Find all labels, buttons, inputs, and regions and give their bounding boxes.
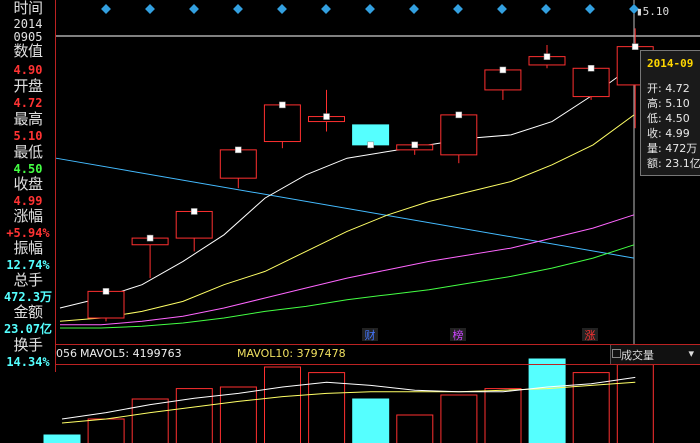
event-label: 榜 (453, 328, 464, 342)
stock-chart-window: 财 榜 涨 ▮5.10 时间 2014 0905 数值 4.90 开盘 4.72 最… (0, 0, 700, 443)
date-year: 2014 (13, 17, 43, 31)
ma60-line (60, 244, 635, 329)
time-label: 时间 (13, 0, 43, 17)
event-marker-icon (409, 4, 419, 14)
high-value: 5.10 (13, 129, 43, 143)
candlesticks (87, 28, 654, 322)
event-marker-icon (101, 4, 111, 14)
event-labels: 财榜涨 (362, 328, 598, 342)
volume-bar (264, 366, 301, 443)
tooltip-open: 开: 4.72 (647, 82, 690, 95)
tooltip-close: 收: 4.99 (647, 127, 690, 140)
open-value: 4.72 (13, 96, 43, 110)
volume-bar (219, 386, 257, 443)
chevron-down-icon: ▾ (688, 347, 694, 360)
candle-body (263, 104, 301, 143)
candle-close-point (411, 141, 418, 149)
ma5-line (59, 64, 635, 309)
price-high-tag: ▮5.10 (636, 5, 670, 18)
event-marker-icon (321, 4, 331, 14)
candle-body (219, 149, 257, 179)
volume-label: 总手 (13, 271, 43, 289)
volume-bar (87, 418, 125, 443)
candle-close-point (455, 111, 463, 119)
open-label: 开盘 (13, 77, 43, 95)
tooltip-high: 高: 5.10 (647, 97, 690, 110)
volume-bar (43, 434, 81, 443)
volume-bars (43, 358, 654, 443)
mavol5-label: MAVOL5: 4199763 (80, 347, 182, 360)
volume-bar (528, 358, 566, 443)
high-label: 最高 (13, 110, 43, 128)
price-chart[interactable]: 财榜涨 (0, 0, 700, 443)
volume-bar (396, 414, 434, 443)
candle-close-point (190, 208, 198, 215)
event-marker-icon (497, 4, 507, 14)
candle-close-point (146, 234, 154, 242)
change-label: 涨幅 (13, 207, 43, 225)
shou-label: 收盘 (13, 175, 43, 193)
tooltip-amount: 额: 23.1亿 (647, 157, 700, 170)
event-marker-icon (585, 4, 595, 14)
candle-close-point (543, 53, 551, 60)
amount-label: 金额 (13, 303, 43, 321)
event-marker-icon (541, 4, 551, 14)
volume-bar (440, 394, 478, 443)
amplitude-label: 振幅 (13, 239, 43, 257)
indicator-select-label: 成交量 (621, 349, 654, 362)
event-marker-icon (145, 4, 155, 14)
candle-close-point (102, 288, 110, 295)
indicator-select[interactable]: 成交量 ▾ (610, 345, 700, 364)
mavol10-label: MAVOL10: 3797478 (237, 347, 346, 360)
volume-current-value: 056 (56, 347, 77, 360)
close-label: 数值 (13, 42, 43, 60)
volume-bar (131, 398, 169, 443)
moving-averages (59, 64, 635, 329)
candle-tooltip: 2014-09 开: 4.72 高: 5.10 低: 4.50 收: 4.99 … (640, 50, 700, 176)
turnover-label: 换手 (13, 336, 43, 354)
event-marker-icon (365, 4, 375, 14)
event-marker-icon (189, 4, 199, 14)
tooltip-low: 低: 4.50 (647, 112, 690, 125)
candle-close-point (499, 66, 507, 74)
event-marker-icon (277, 4, 287, 14)
candle-close-point (587, 65, 595, 72)
candle-body (440, 114, 478, 156)
candle-body (175, 210, 213, 239)
amount-value: 23.07亿 (3, 322, 53, 336)
volume-bar (352, 398, 390, 443)
candle-close-point (323, 113, 330, 120)
candle-close-point (279, 101, 286, 109)
candle-close-point (631, 43, 639, 50)
volume-indicator-header: 056 MAVOL5: 4199763 MAVOL10: 3797478 成交量… (56, 344, 700, 365)
candle-body (572, 67, 610, 98)
tooltip-date: 2014-09 (647, 57, 694, 70)
volume-bar (484, 388, 522, 443)
tooltip-volume: 量: 472万 (647, 142, 698, 155)
candle-body (87, 290, 125, 319)
volume-bar (572, 372, 610, 443)
event-label: 涨 (585, 329, 596, 342)
indicator-settings-checkbox[interactable] (612, 349, 621, 358)
event-marker-icon (233, 4, 243, 14)
candle-close-point (367, 141, 374, 149)
candle-close-point (235, 146, 242, 154)
turnover-value: 14.34% (6, 355, 50, 369)
volume-bar (616, 364, 654, 443)
top-markers (101, 4, 639, 14)
ma10-line (59, 114, 635, 322)
low-label: 最低 (13, 143, 43, 161)
left-info-panel: 时间 2014 0905 数值 4.90 开盘 4.72 最高 5.10 最低 … (0, 0, 56, 372)
event-marker-icon (453, 4, 463, 14)
event-label: 财 (365, 328, 376, 342)
close-value: 4.90 (13, 63, 43, 77)
